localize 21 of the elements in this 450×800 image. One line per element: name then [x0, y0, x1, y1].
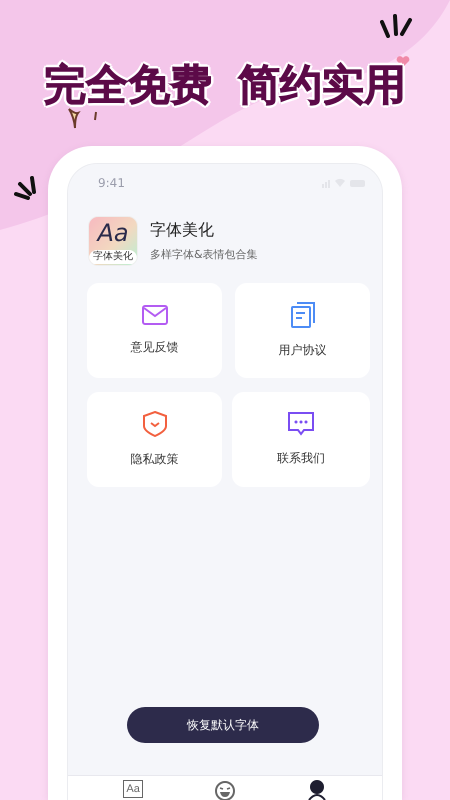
app-icon-caption: 字体美化: [89, 250, 137, 264]
person-icon: [306, 780, 327, 800]
burst-icon: [380, 14, 414, 38]
menu-card[interactable]: 意见反馈: [87, 283, 222, 378]
mail-icon: [142, 305, 168, 325]
sparkle-icon: [66, 108, 100, 130]
document-icon: [290, 302, 314, 328]
nav-tab[interactable]: [306, 780, 327, 800]
menu-card[interactable]: 用户协议: [235, 283, 370, 378]
headline-text: 完全免费: [44, 64, 212, 106]
chat-icon: [288, 412, 314, 436]
app-subtitle: 多样字体&表情包合集: [150, 247, 258, 262]
shield-check-icon: [142, 411, 166, 437]
app-icon-letters: Aa: [97, 218, 129, 249]
app-title: 字体美化: [150, 220, 215, 241]
restore-default-font-button[interactable]: 恢复默认字体: [127, 707, 319, 743]
laughing-face-icon: [214, 780, 236, 800]
menu-card[interactable]: 隐私政策: [87, 392, 222, 487]
status-time: 9:41: [98, 176, 125, 190]
headline-text: 简约实用: [238, 64, 406, 106]
menu-card[interactable]: 联系我们: [232, 392, 370, 487]
